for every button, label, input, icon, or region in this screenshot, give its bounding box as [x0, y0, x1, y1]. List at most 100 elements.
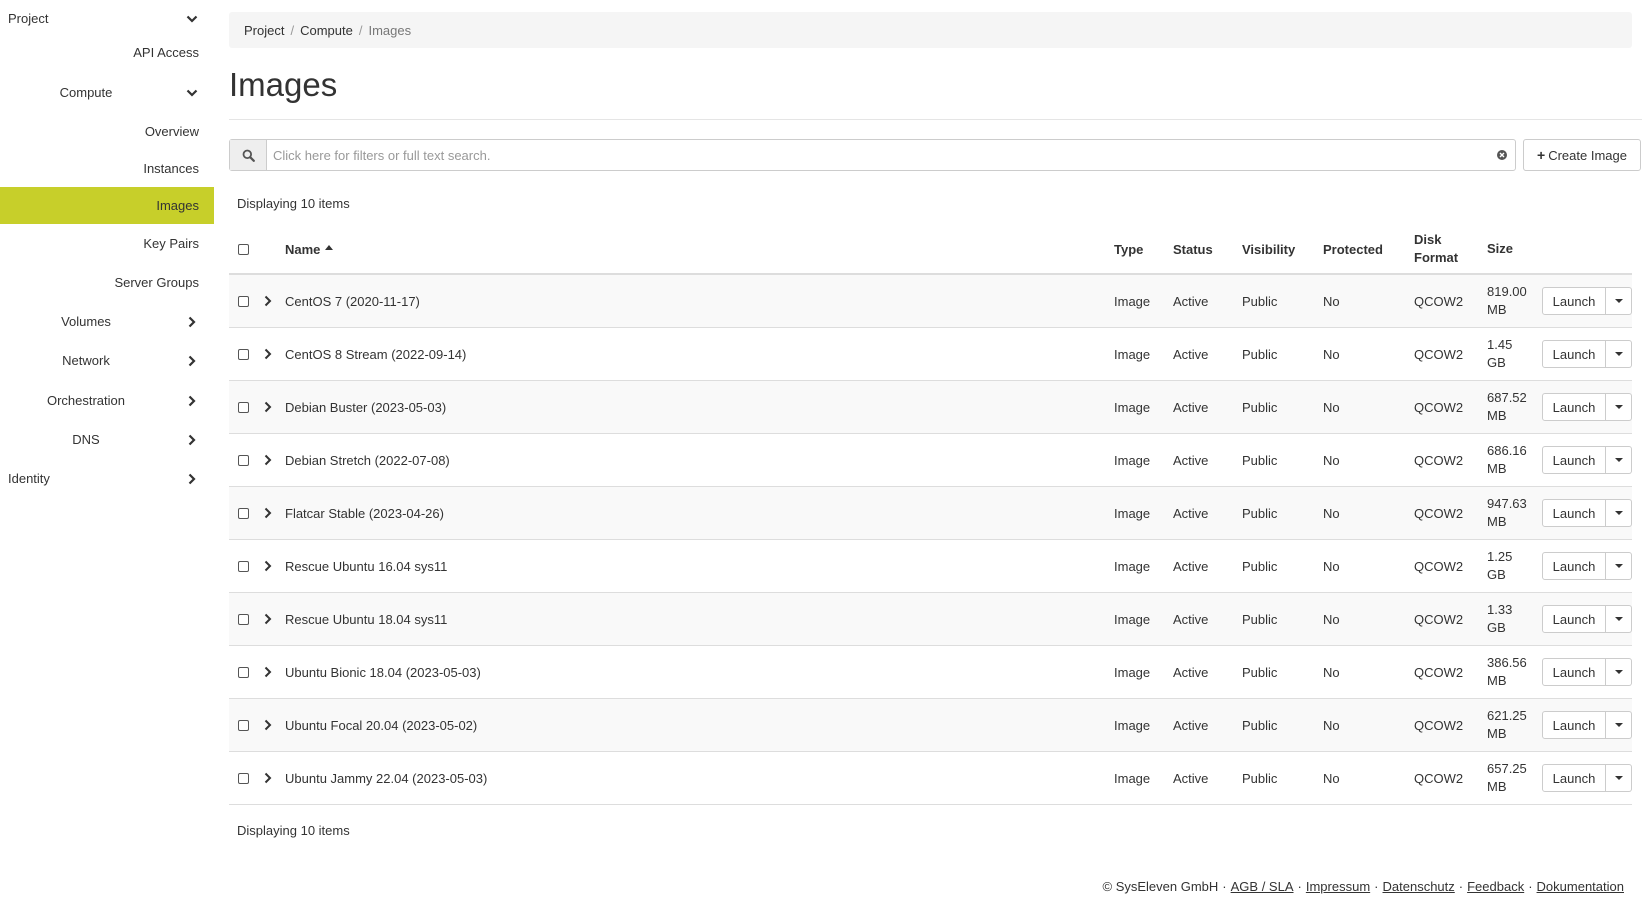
expand-row-icon[interactable] [263, 328, 273, 380]
expand-row-icon[interactable] [263, 434, 273, 486]
row-actions-dropdown-button[interactable] [1606, 711, 1632, 739]
sidebar-item-images[interactable]: Images [0, 187, 214, 224]
row-checkbox[interactable] [238, 772, 249, 784]
footer-link-impressum[interactable]: Impressum [1306, 879, 1370, 894]
launch-button[interactable]: Launch [1542, 499, 1606, 527]
sidebar-group-label: Project [8, 11, 49, 26]
item-count-bottom: Displaying 10 items [237, 823, 350, 838]
image-type: Image [1114, 293, 1151, 309]
expand-row-icon[interactable] [263, 487, 273, 539]
row-checkbox[interactable] [238, 613, 249, 625]
image-visibility: Public [1242, 770, 1278, 786]
select-all-checkbox[interactable] [238, 243, 249, 255]
row-actions-dropdown-button[interactable] [1606, 552, 1632, 580]
sidebar-group-label: Identity [8, 471, 50, 486]
row-checkbox[interactable] [238, 348, 249, 360]
image-size-unit: MB [1487, 673, 1507, 688]
image-type: Image [1114, 346, 1151, 362]
create-image-button[interactable]: + Create Image [1523, 139, 1641, 171]
image-size: 386.56 MB [1487, 646, 1537, 698]
sidebar-item-api-access[interactable]: API Access [0, 34, 199, 71]
breadcrumb-item-project[interactable]: Project [244, 23, 284, 38]
column-header-name[interactable]: Name [285, 225, 334, 273]
launch-button[interactable]: Launch [1542, 552, 1606, 580]
sidebar-group-network[interactable]: Network [0, 342, 214, 379]
row-checkbox[interactable] [238, 507, 249, 519]
sidebar-group-label: Volumes [61, 314, 111, 329]
column-header-visibility[interactable]: Visibility [1242, 225, 1295, 273]
image-name: Debian Stretch (2022-07-08) [285, 452, 450, 468]
column-header-protected[interactable]: Protected [1323, 225, 1383, 273]
expand-row-icon[interactable] [263, 593, 273, 645]
footer-link-agb[interactable]: AGB / SLA [1231, 879, 1294, 894]
image-name: CentOS 7 (2020-11-17) [285, 293, 420, 309]
caret-down-icon [1614, 511, 1623, 515]
image-visibility: Public [1242, 611, 1278, 627]
column-header-size[interactable]: Size [1487, 225, 1513, 273]
row-checkbox[interactable] [238, 719, 249, 731]
image-disk-format: QCOW2 [1414, 399, 1464, 415]
launch-button[interactable]: Launch [1542, 446, 1606, 474]
sidebar-item-label: Key Pairs [143, 236, 199, 251]
sidebar-group-volumes[interactable]: Volumes [0, 303, 214, 340]
sidebar-group-orchestration[interactable]: Orchestration [0, 382, 214, 419]
image-size-value: 819.00 [1487, 284, 1527, 299]
clear-search-icon[interactable] [1489, 140, 1515, 170]
row-actions-dropdown-button[interactable] [1606, 658, 1632, 686]
launch-button[interactable]: Launch [1542, 605, 1606, 633]
sidebar-group-dns[interactable]: DNS [0, 421, 214, 458]
breadcrumb-current: Images [368, 22, 412, 38]
expand-row-icon[interactable] [263, 275, 273, 327]
sidebar-item-key-pairs[interactable]: Key Pairs [0, 225, 199, 262]
row-actions: Launch [1542, 487, 1632, 539]
footer-link-datenschutz[interactable]: Datenschutz [1383, 879, 1455, 894]
launch-button[interactable]: Launch [1542, 764, 1606, 792]
row-checkbox[interactable] [238, 454, 249, 466]
sidebar-item-instances[interactable]: Instances [0, 150, 199, 187]
launch-button[interactable]: Launch [1542, 287, 1606, 315]
footer-link-dokumentation[interactable]: Dokumentation [1537, 879, 1624, 894]
row-actions-dropdown-button[interactable] [1606, 340, 1632, 368]
row-actions-dropdown-button[interactable] [1606, 393, 1632, 421]
image-size-unit: GB [1487, 620, 1506, 635]
column-header-disk-format[interactable]: Disk Format [1414, 225, 1458, 273]
launch-button-group: Launch [1542, 393, 1632, 421]
column-header-label: Name [285, 241, 321, 257]
row-actions-dropdown-button[interactable] [1606, 605, 1632, 633]
launch-button[interactable]: Launch [1542, 340, 1606, 368]
row-checkbox[interactable] [238, 666, 249, 678]
expand-row-icon[interactable] [263, 540, 273, 592]
sidebar-group-label: Compute [59, 85, 113, 100]
row-actions-dropdown-button[interactable] [1606, 764, 1632, 792]
column-header-type[interactable]: Type [1114, 225, 1143, 273]
row-actions-dropdown-button[interactable] [1606, 499, 1632, 527]
sidebar-item-overview[interactable]: Overview [0, 113, 199, 150]
launch-button[interactable]: Launch [1542, 711, 1606, 739]
breadcrumb-item-compute[interactable]: Compute [300, 23, 353, 38]
sidebar-group-project[interactable]: Project [0, 0, 214, 37]
row-checkbox[interactable] [238, 560, 249, 572]
sidebar-item-server-groups[interactable]: Server Groups [0, 264, 199, 301]
column-header-status[interactable]: Status [1173, 225, 1213, 273]
row-select-cell [238, 752, 249, 804]
row-actions-dropdown-button[interactable] [1606, 287, 1632, 315]
row-actions-dropdown-button[interactable] [1606, 446, 1632, 474]
footer-link-feedback[interactable]: Feedback [1467, 879, 1524, 894]
sidebar-group-compute[interactable]: Compute [0, 74, 214, 111]
sidebar-group-label: Orchestration [46, 393, 126, 408]
row-checkbox[interactable] [238, 295, 249, 307]
search-input[interactable] [267, 140, 1489, 170]
expand-row-icon[interactable] [263, 699, 273, 751]
image-disk-format: QCOW2 [1414, 452, 1464, 468]
expand-row-icon[interactable] [263, 381, 273, 433]
sort-ascending-icon [325, 245, 334, 250]
launch-button[interactable]: Launch [1542, 393, 1606, 421]
row-actions: Launch [1542, 699, 1632, 751]
row-checkbox[interactable] [238, 401, 249, 413]
expand-row-icon[interactable] [263, 646, 273, 698]
item-count: Displaying 10 items [237, 196, 350, 211]
expand-row-icon[interactable] [263, 752, 273, 804]
launch-button[interactable]: Launch [1542, 658, 1606, 686]
sidebar-group-identity[interactable]: Identity [0, 460, 214, 497]
page-title: Images [229, 66, 338, 103]
